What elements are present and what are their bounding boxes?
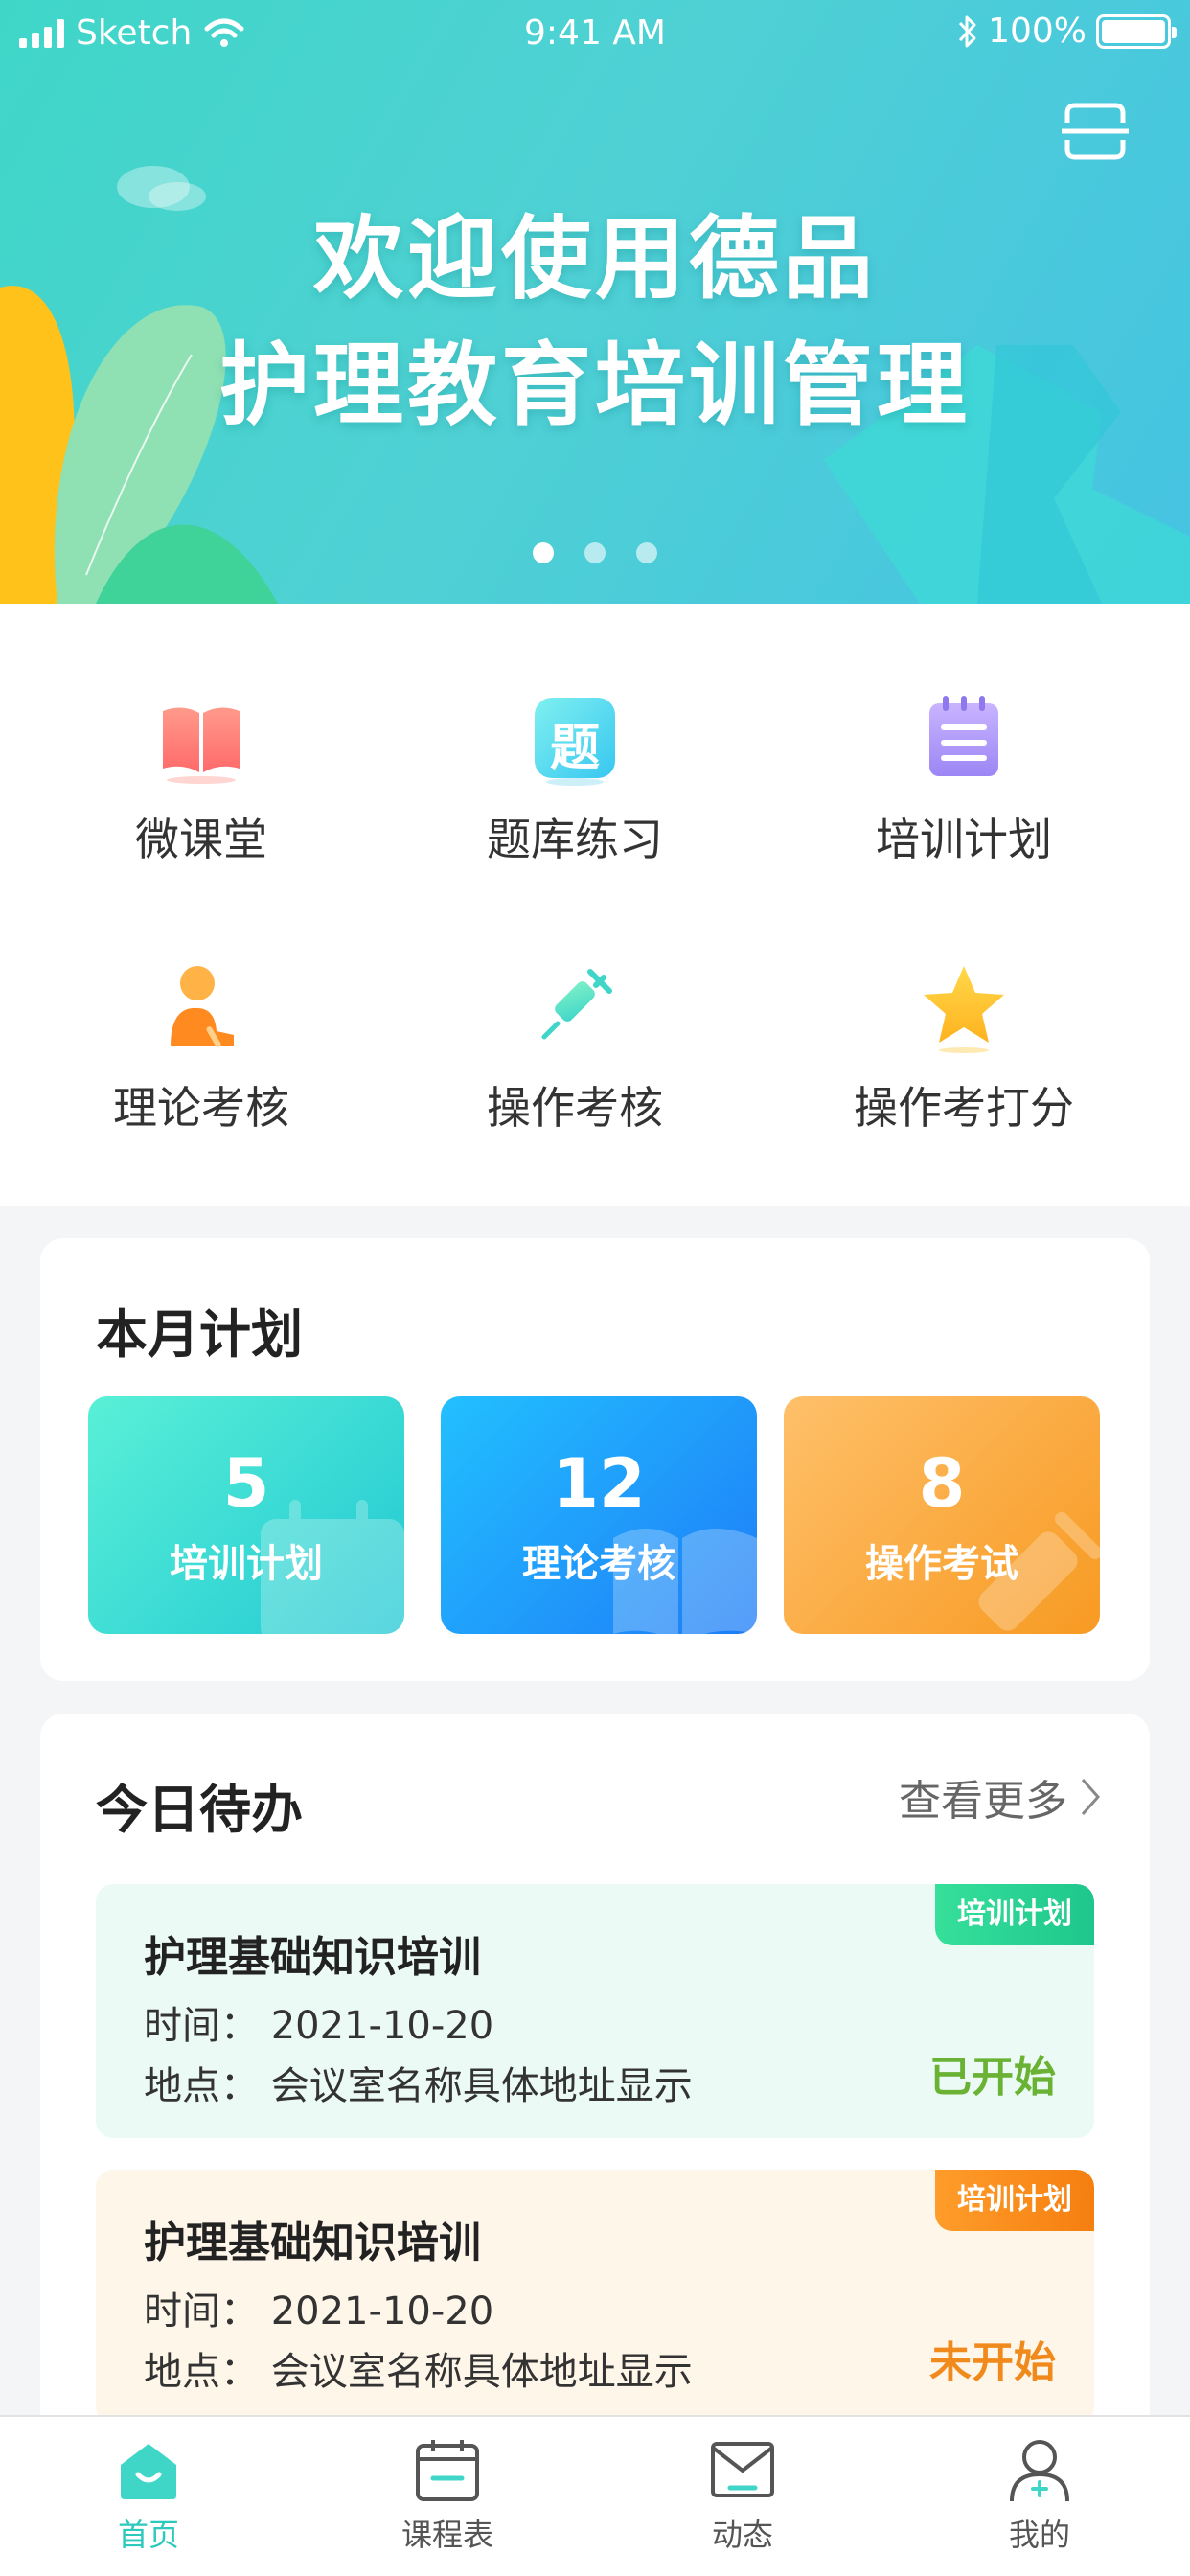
- menu-label: 题库练习: [487, 814, 663, 865]
- monthly-plan-card: 本月计划 5 培训计划 12 理论考核 8 操作考试: [40, 1238, 1150, 1681]
- calendar-icon: [416, 2440, 479, 2501]
- banner-title: 欢迎使用德品 护理教育培训管理: [0, 196, 1190, 449]
- chevron-right-icon: [1081, 1779, 1101, 1815]
- monthly-plan-title: 本月计划: [96, 1304, 303, 1365]
- battery-icon: [1096, 13, 1177, 49]
- syringe-icon: [541, 969, 612, 1040]
- stat-value: 12: [552, 1444, 646, 1523]
- todo-item[interactable]: 护理基础知识培训 时间： 2021-10-20 地点： 会议室名称具体地址显示 …: [96, 2170, 1094, 2424]
- tab-label: 课程表: [400, 2517, 493, 2553]
- todo-place: 地点： 会议室名称具体地址显示: [144, 2350, 693, 2394]
- todo-tag: 培训计划: [935, 1884, 1094, 1945]
- book-icon: [163, 707, 240, 784]
- today-todo-card: 今日待办 查看更多 护理基础知识培训 时间： 2021-10-20 地点： 会议…: [40, 1714, 1150, 2442]
- home-screen: Sketch 9:41 AM 100% 欢迎使用德品 护理教育培训管理 微课堂 …: [0, 0, 1190, 2576]
- todo-tag: 培训计划: [935, 2170, 1094, 2231]
- feature-menu: 微课堂 题 题库练习 培训计划 理论考核 操作考核 操作考打分: [0, 604, 1190, 1206]
- banner-title-line1: 欢迎使用德品: [312, 207, 877, 311]
- tab-mine[interactable]: 我的: [944, 2417, 1135, 2576]
- tab-label: 我的: [1008, 2517, 1070, 2553]
- banner-title-line2: 护理教育培训管理: [218, 334, 971, 438]
- menu-item-training-plan[interactable]: 培训计划: [820, 661, 1108, 882]
- menu-label: 理论考核: [113, 1082, 289, 1134]
- view-more-label: 查看更多: [899, 1777, 1067, 1826]
- question-bank-glyph: 题: [549, 720, 600, 777]
- menu-label: 操作考打分: [854, 1082, 1074, 1134]
- battery-percent: 100%: [988, 12, 1087, 51]
- todo-time: 时间： 2021-10-20: [144, 2004, 494, 2048]
- todo-status: 已开始: [929, 2053, 1056, 2102]
- stat-label: 培训计划: [170, 1542, 323, 1586]
- todo-title: 护理基础知识培训: [144, 2219, 481, 2267]
- carousel-dot[interactable]: [636, 542, 657, 564]
- stat-label: 理论考核: [522, 1542, 675, 1586]
- menu-item-theory-exam[interactable]: 理论考核: [57, 930, 345, 1150]
- todo-time: 时间： 2021-10-20: [144, 2289, 494, 2334]
- person-writing-icon: [171, 966, 234, 1047]
- menu-item-operation-exam[interactable]: 操作考核: [431, 930, 719, 1150]
- todo-title: 护理基础知识培训: [144, 1933, 481, 1982]
- bluetooth-icon: [958, 15, 976, 47]
- tab-home[interactable]: 首页: [53, 2417, 244, 2576]
- profile-icon: [1010, 2440, 1069, 2502]
- todo-place: 地点： 会议室名称具体地址显示: [144, 2064, 693, 2108]
- banner[interactable]: Sketch 9:41 AM 100% 欢迎使用德品 护理教育培训管理: [0, 0, 1190, 604]
- tab-news[interactable]: 动态: [647, 2417, 838, 2576]
- todo-status: 未开始: [929, 2338, 1056, 2387]
- menu-item-question-bank[interactable]: 题 题库练习: [431, 661, 719, 882]
- todo-item[interactable]: 护理基础知识培训 时间： 2021-10-20 地点： 会议室名称具体地址显示 …: [96, 1884, 1094, 2138]
- star-icon: [924, 966, 1004, 1053]
- menu-label: 操作考核: [487, 1082, 663, 1134]
- tab-schedule[interactable]: 课程表: [352, 2417, 543, 2576]
- stat-label: 操作考试: [865, 1542, 1018, 1586]
- stat-value: 5: [222, 1444, 270, 1523]
- menu-label: 培训计划: [876, 814, 1052, 865]
- carousel-dot[interactable]: [584, 542, 606, 564]
- scan-icon[interactable]: [1062, 102, 1129, 161]
- carousel-dot[interactable]: [533, 542, 554, 564]
- notepad-icon: [929, 696, 998, 776]
- menu-item-micro-class[interactable]: 微课堂: [57, 661, 345, 882]
- stat-training-plan[interactable]: 5 培训计划: [88, 1396, 404, 1634]
- tab-label: 首页: [117, 2517, 179, 2553]
- tab-bar: 首页 课程表 动态 我的: [0, 2415, 1190, 2576]
- tab-label: 动态: [711, 2517, 773, 2553]
- status-bar: Sketch 9:41 AM 100%: [0, 0, 1190, 67]
- home-icon: [121, 2444, 176, 2499]
- menu-item-operation-scoring[interactable]: 操作考打分: [820, 930, 1108, 1150]
- stat-theory-exam[interactable]: 12 理论考核: [441, 1396, 757, 1634]
- mail-icon: [711, 2442, 774, 2497]
- carousel-dots: [0, 542, 1190, 564]
- stat-operation-exam[interactable]: 8 操作考试: [784, 1396, 1100, 1634]
- status-right: 100%: [957, 12, 1177, 51]
- today-todo-title: 今日待办: [96, 1780, 303, 1840]
- stat-value: 8: [918, 1444, 966, 1523]
- view-more-link[interactable]: 查看更多: [899, 1766, 1102, 1828]
- menu-label: 微课堂: [135, 814, 267, 865]
